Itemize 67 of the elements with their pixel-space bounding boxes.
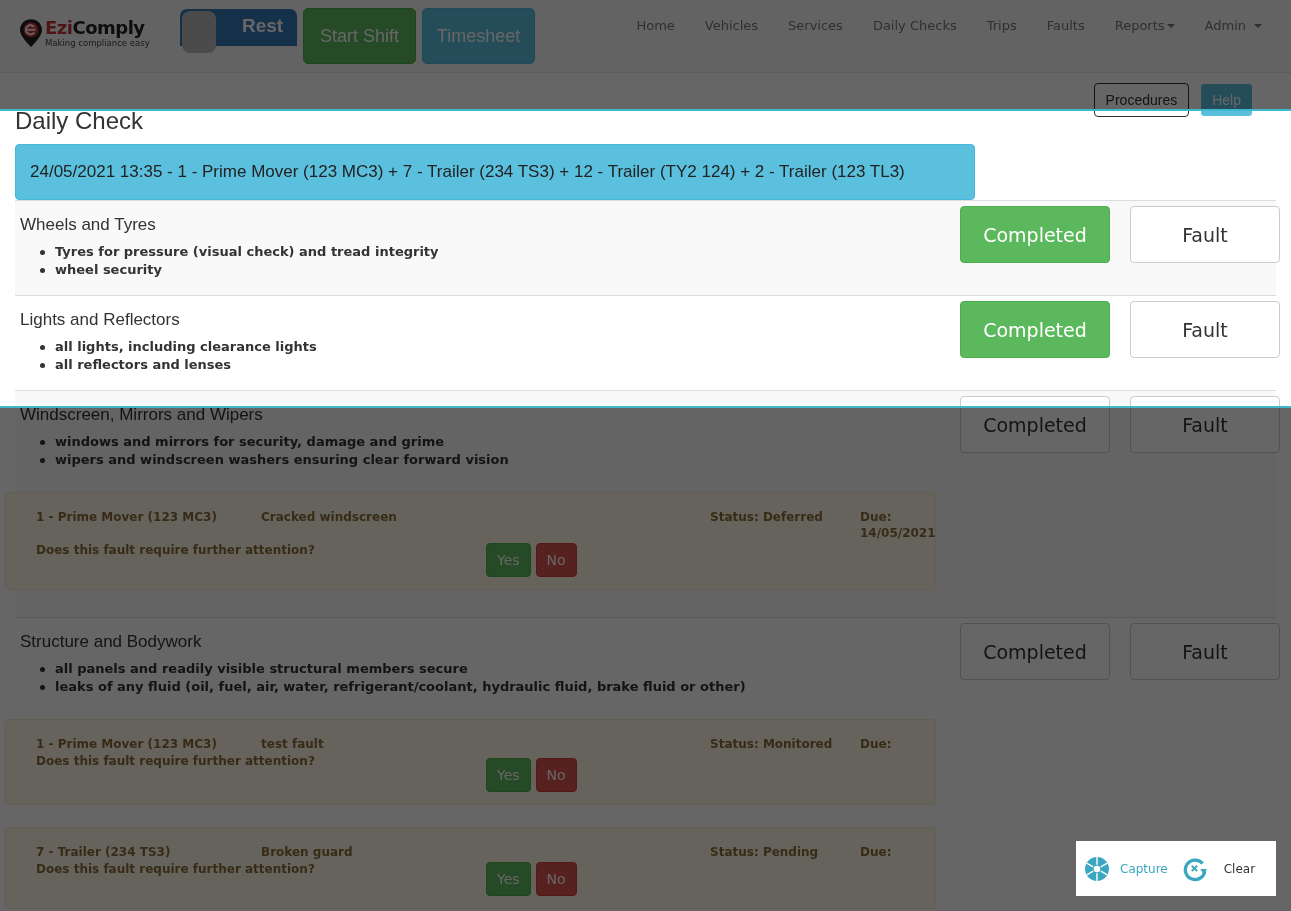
fault-status: Status: Deferred [710,509,824,526]
fault-status: Status: Monitored [710,736,834,752]
completed-button[interactable]: Completed [960,623,1110,680]
capture-button[interactable]: Capture [1084,855,1168,882]
logo-wordmark: EziComply [45,18,146,38]
bullet-icon [40,684,45,690]
bullet-icon [40,267,45,273]
bullet-icon [40,344,45,350]
fault-question: Does this fault require further attention? [36,753,316,770]
rest-toggle[interactable]: Rest [180,9,297,54]
completed-button[interactable]: Completed [960,206,1110,263]
bullet-icon [40,666,45,672]
circular-arrow-x-icon [1181,855,1208,882]
check-item: all panels and readily visible structural members secure [55,660,468,678]
aperture-icon [1084,855,1110,882]
check-title: Wheels and Tyres [20,215,157,235]
completed-button[interactable]: Completed [960,396,1110,453]
logo-pin-icon [20,19,42,47]
completed-button[interactable]: Completed [960,301,1110,358]
no-button[interactable]: No [535,862,577,896]
due-label: Due: [860,844,893,860]
due-label: Due: [860,736,893,752]
fault-question: Does this fault require further attention? [36,542,316,559]
fault-status: Status: Pending [710,844,820,860]
no-button[interactable]: No [535,543,577,577]
check-item: all lights, including clearance lights [55,338,317,356]
check-item: leaks of any fluid (oil, fuel, air, water, refrigerant/coolant, hydraulic fluid, brake fluid or other) [55,678,746,696]
bullet-icon [40,439,45,445]
fault-description: Cracked windscreen [261,509,398,526]
fault-description: Broken guard [261,844,354,860]
yes-button[interactable]: Yes [486,543,531,577]
yes-button[interactable]: Yes [486,862,531,896]
action-button[interactable]: Help [1200,83,1253,117]
logo-tagline: Making compliance easy [45,38,150,48]
check-title: Structure and Bodywork [20,632,203,652]
clear-button[interactable]: Clear [1181,855,1256,882]
check-item: wheel security [55,261,162,279]
fault-button[interactable]: Fault [1130,623,1280,680]
check-item: wipers and windscreen washers ensuring clear forward vision [55,451,509,469]
header-button[interactable]: Timesheet [422,8,535,64]
due-date: 14/05/2021 [860,525,936,541]
fault-button[interactable]: Fault [1130,396,1280,453]
check-info-banner: 24/05/2021 13:35 - 1 - Prime Mover (123 MC3) + 7 - Trailer (234 TS3) + 12 - Trailer (TY2 124) + 2 - Trailer (123 TL3) [15,144,975,200]
fault-question: Does this fault require further attention? [36,861,316,878]
header-button[interactable]: Start Shift [303,8,416,64]
fault-description: test fault [261,736,325,752]
check-title: Windscreen, Mirrors and Wipers [20,405,264,425]
fault-vehicle: 1 - Prime Mover (123 MC3) [36,509,218,526]
check-item: windows and mirrors for security, damage and grime [55,433,444,451]
action-button[interactable]: Procedures [1093,83,1190,117]
due-label: Due: [860,509,893,525]
fault-vehicle: 1 - Prime Mover (123 MC3) [36,736,218,752]
fault-button[interactable]: Fault [1130,301,1280,358]
fault-button[interactable]: Fault [1130,206,1280,263]
bullet-icon [40,362,45,368]
bullet-icon [40,457,45,463]
no-button[interactable]: No [535,758,577,792]
check-item: all reflectors and lenses [55,356,232,374]
page-title: Daily Check [15,106,145,136]
bullet-icon [40,249,45,255]
yes-button[interactable]: Yes [486,758,531,792]
toggle-knob [182,11,216,53]
caret-icon [1254,24,1262,28]
fault-vehicle: 7 - Trailer (234 TS3) [36,844,172,860]
caret-icon [1166,24,1175,28]
check-item: Tyres for pressure (visual check) and tread integrity [55,243,439,261]
check-title: Lights and Reflectors [20,310,181,330]
